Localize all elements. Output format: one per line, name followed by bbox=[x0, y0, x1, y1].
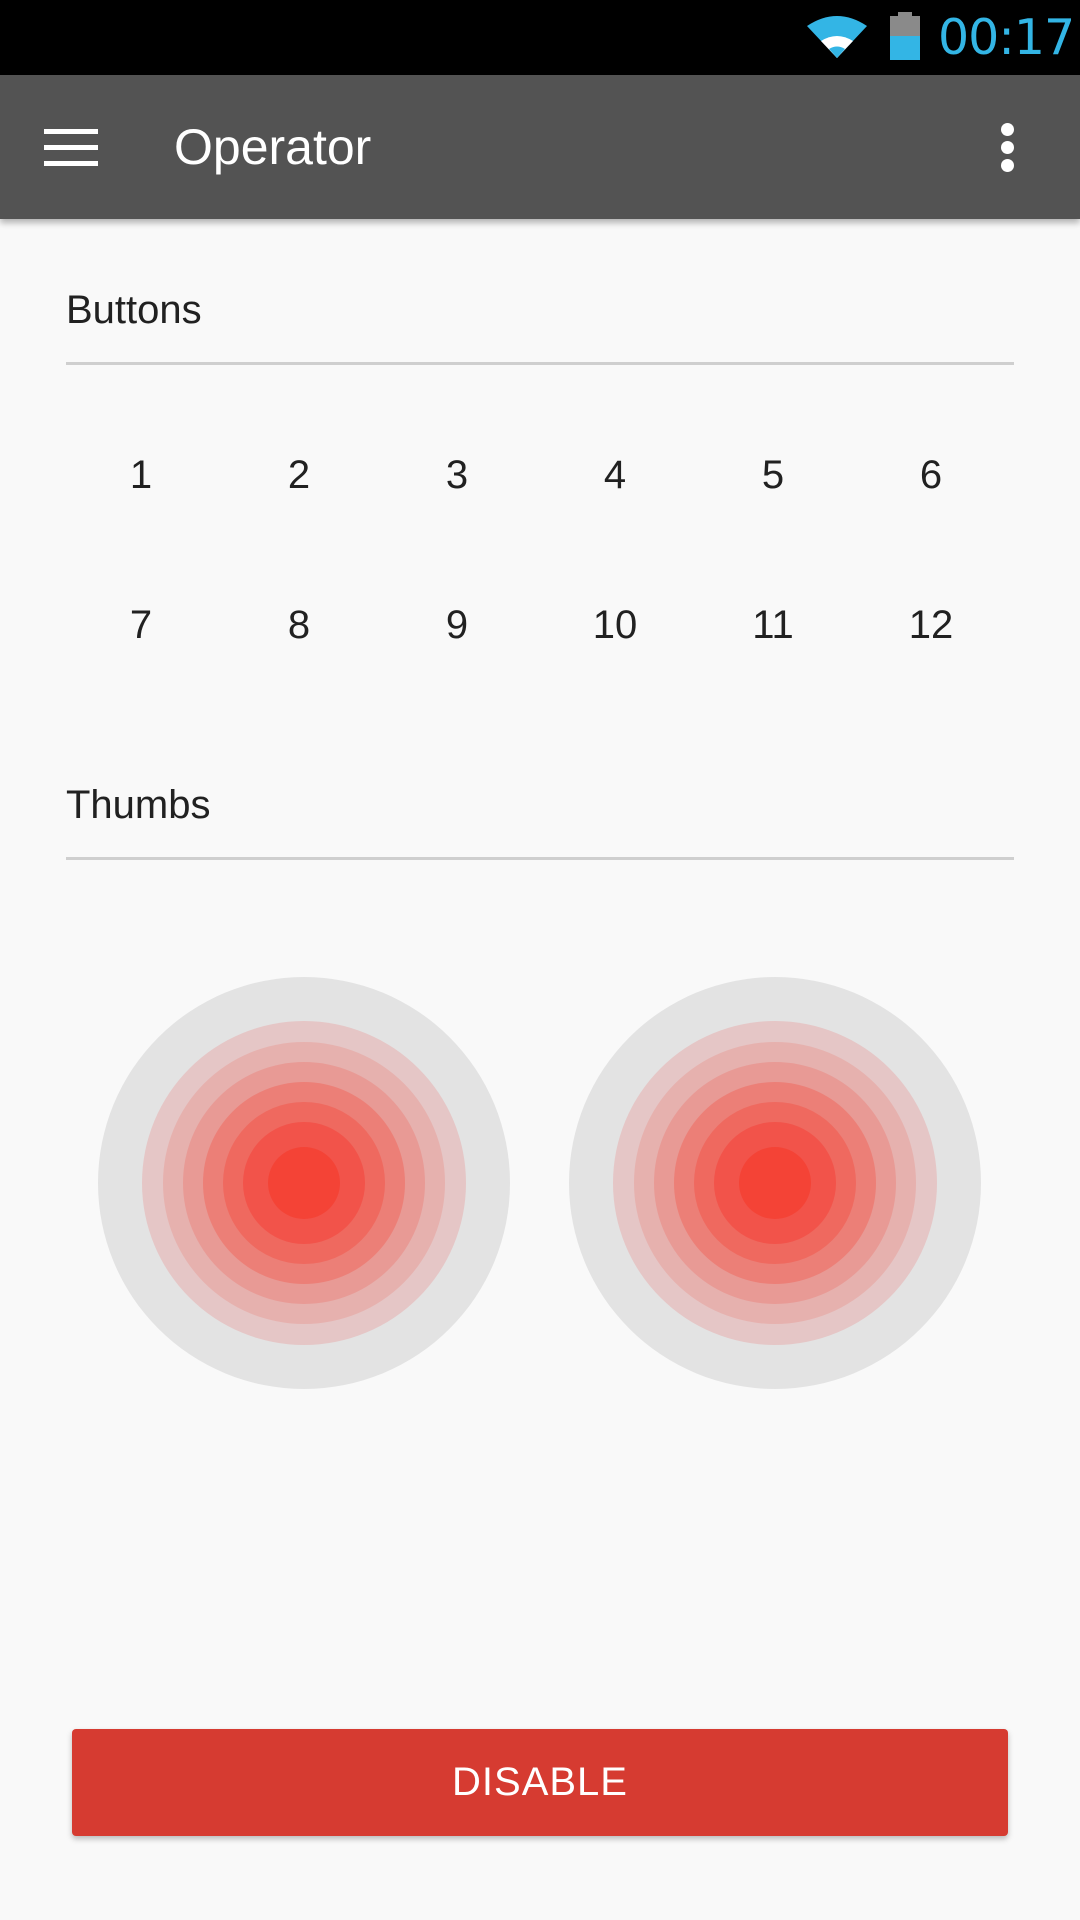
page-title: Operator bbox=[174, 119, 372, 175]
buttons-section-divider bbox=[66, 362, 1014, 365]
hamburger-menu-icon[interactable] bbox=[30, 111, 102, 183]
grid-button-4[interactable]: 4 bbox=[536, 400, 694, 550]
status-bar: 00:17 bbox=[0, 0, 1080, 75]
status-time: 00:17 bbox=[938, 9, 1075, 66]
battery-icon bbox=[890, 12, 920, 60]
disable-button[interactable]: DISABLE bbox=[72, 1729, 1008, 1836]
buttons-section-title: Buttons bbox=[66, 288, 202, 332]
grid-button-12[interactable]: 12 bbox=[852, 550, 1010, 700]
thumbs-section-divider bbox=[66, 857, 1014, 860]
grid-button-8[interactable]: 8 bbox=[220, 550, 378, 700]
wifi-icon bbox=[807, 16, 867, 58]
grid-button-3[interactable]: 3 bbox=[378, 400, 536, 550]
grid-button-11[interactable]: 11 bbox=[694, 550, 852, 700]
left-thumb-joystick[interactable] bbox=[98, 977, 510, 1389]
grid-button-5[interactable]: 5 bbox=[694, 400, 852, 550]
grid-button-10[interactable]: 10 bbox=[536, 550, 694, 700]
app-toolbar: Operator bbox=[0, 75, 1080, 219]
grid-button-7[interactable]: 7 bbox=[62, 550, 220, 700]
right-thumb-joystick[interactable] bbox=[569, 977, 981, 1389]
grid-button-2[interactable]: 2 bbox=[220, 400, 378, 550]
grid-button-9[interactable]: 9 bbox=[378, 550, 536, 700]
grid-button-1[interactable]: 1 bbox=[62, 400, 220, 550]
thumbs-section-title: Thumbs bbox=[66, 783, 211, 827]
grid-button-6[interactable]: 6 bbox=[852, 400, 1010, 550]
overflow-menu-icon[interactable] bbox=[980, 115, 1036, 179]
button-grid: 1 2 3 4 5 6 7 8 9 10 11 12 bbox=[62, 400, 1010, 700]
